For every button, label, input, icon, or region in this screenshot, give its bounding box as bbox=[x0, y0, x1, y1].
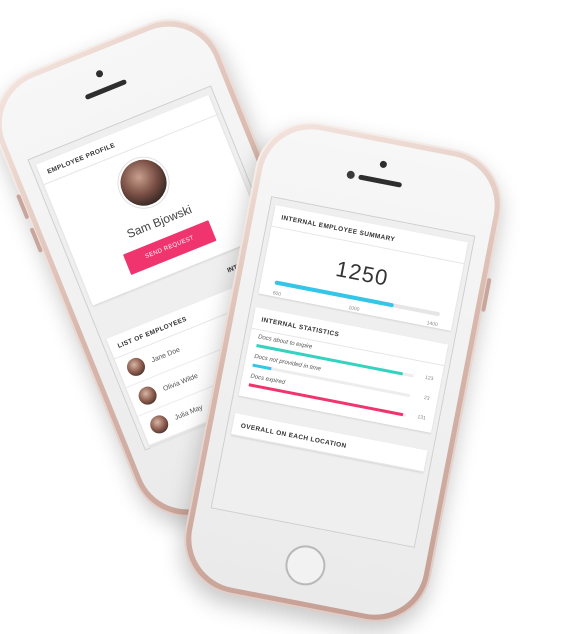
camera-icon bbox=[379, 160, 388, 169]
sensor-icon bbox=[346, 170, 356, 180]
speaker-grille bbox=[84, 78, 128, 101]
avatar bbox=[135, 383, 160, 408]
avatar bbox=[124, 355, 148, 379]
range-max-label: 1400 bbox=[426, 320, 439, 329]
avatar bbox=[147, 412, 171, 437]
stat-bar-fill bbox=[252, 363, 272, 370]
stat-value: 123 bbox=[424, 374, 434, 383]
speaker-grille bbox=[358, 174, 403, 188]
stat-value: 23 bbox=[423, 394, 431, 402]
home-button[interactable] bbox=[281, 541, 329, 589]
avatar bbox=[159, 441, 183, 451]
range-min-label: 600 bbox=[272, 290, 282, 298]
summary-card: INTERNAL EMPLOYEE SUMMARY 1250 600 1000 … bbox=[258, 205, 469, 331]
range-mid-label: 1000 bbox=[347, 304, 360, 313]
avatar bbox=[110, 150, 177, 216]
power-button bbox=[481, 277, 492, 313]
camera-icon bbox=[94, 69, 105, 79]
stat-value: 131 bbox=[416, 414, 427, 422]
statistics-card: INTERNAL STATISTICS Docs about to expire… bbox=[238, 307, 449, 433]
summary-screen: INTERNAL EMPLOYEE SUMMARY 1250 600 1000 … bbox=[210, 196, 476, 548]
